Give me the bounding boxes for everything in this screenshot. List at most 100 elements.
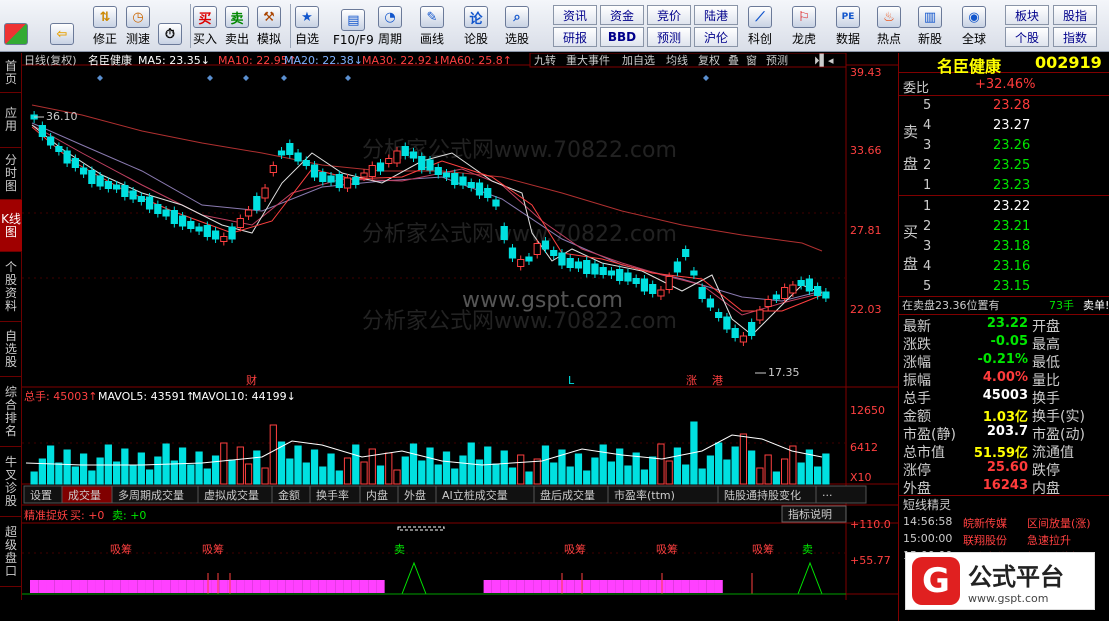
- sidebar-tab-home[interactable]: 首页: [0, 53, 22, 93]
- sidebar-tab-superpanel[interactable]: 超级盘口: [0, 517, 22, 587]
- signal-accumulate: 吸筹: [110, 542, 132, 556]
- sector-button[interactable]: 板块: [1005, 5, 1049, 25]
- order-level[interactable]: 1 23.23: [899, 178, 1109, 195]
- tab-nine-turn[interactable]: 九转: [534, 53, 556, 67]
- tab-major-events[interactable]: 重大事件: [566, 53, 610, 67]
- candle-body: [789, 284, 797, 294]
- stat-value: -0.21%: [977, 352, 1029, 367]
- tab-overlay[interactable]: 叠: [728, 54, 739, 67]
- level-price: 23.18: [993, 239, 1031, 254]
- order-level[interactable]: 1 23.22: [899, 199, 1109, 216]
- candle-body: [310, 164, 319, 178]
- order-level[interactable]: 5 23.28: [899, 98, 1109, 115]
- volume-bar: [253, 450, 261, 485]
- sidebar-tab-ranking[interactable]: 综合排名: [0, 377, 22, 447]
- watchlist-button[interactable]: ★ 自选: [295, 2, 319, 50]
- order-level[interactable]: 2 23.21: [899, 219, 1109, 236]
- hotspot-button[interactable]: ♨ 热点: [877, 2, 901, 50]
- volume-bar: [673, 447, 682, 485]
- research-button[interactable]: 研报: [553, 27, 597, 47]
- indicator-bar: [178, 580, 187, 593]
- candle-body: [104, 181, 112, 189]
- stock-button[interactable]: 个股: [1005, 27, 1049, 47]
- volume-bar: [71, 466, 79, 485]
- order-level[interactable]: 3 23.26: [899, 138, 1109, 155]
- stock-index-button[interactable]: 股指: [1053, 5, 1097, 25]
- order-level[interactable]: 2 23.25: [899, 158, 1109, 175]
- tab-forecast[interactable]: 预测: [766, 54, 788, 67]
- candle-body: [731, 328, 739, 338]
- dragon-tiger-button[interactable]: ⚐ 龙虎: [792, 2, 816, 50]
- sidebar-tab-watchlist[interactable]: 自选股: [0, 322, 22, 377]
- candle-body: [46, 136, 55, 146]
- sh-london-button[interactable]: 沪伦: [694, 27, 738, 47]
- timer-button[interactable]: ⏱: [158, 2, 182, 50]
- volume-bar: [492, 463, 500, 485]
- sidebar-tab-diagnosis[interactable]: 牛叉诊股: [0, 447, 22, 517]
- news-button[interactable]: 资讯: [553, 5, 597, 25]
- order-level[interactable]: 4 23.27: [899, 118, 1109, 135]
- tab-adjust[interactable]: 复权: [698, 53, 720, 67]
- kline-chart[interactable]: 日线(复权) 名臣健康 MA5: 23.35↓ MA10: 22.95↑ MA2…: [22, 52, 898, 611]
- level-price: 23.23: [993, 178, 1031, 193]
- forum-button[interactable]: 论论股: [464, 2, 488, 50]
- f10-button[interactable]: ▤ F10/F9: [333, 2, 374, 50]
- funds-button[interactable]: 资金: [600, 5, 644, 25]
- hk-connect-button[interactable]: 陆港: [694, 5, 738, 25]
- volume-bar: [599, 444, 607, 485]
- candle-body: [236, 218, 244, 228]
- candle-body: [71, 158, 79, 168]
- candle-body: [393, 150, 401, 164]
- star-market-button[interactable]: ⟋ 科创: [748, 2, 772, 50]
- draw-button[interactable]: ✎ 画线: [420, 2, 444, 50]
- chart-area[interactable]: 日线(复权) 名臣健康 MA5: 23.35↓ MA10: 22.95↑ MA2…: [22, 52, 898, 611]
- stat-value: -0.05: [990, 334, 1028, 349]
- auction-button[interactable]: 竞价: [647, 5, 691, 25]
- elf-item[interactable]: 14:56:58 皖新传媒 区间放量(涨): [899, 515, 1109, 532]
- ipo-button[interactable]: ▥ 新股: [918, 2, 942, 50]
- index-button[interactable]: 指数: [1053, 27, 1097, 47]
- volume-bar: [698, 468, 706, 485]
- buy-button[interactable]: 买买入: [193, 2, 217, 50]
- indicator-tab-label: 换手率: [316, 488, 349, 502]
- pencil-icon: ✎: [420, 6, 444, 28]
- separator: [290, 4, 291, 48]
- tab-add-watch[interactable]: 加自选: [622, 54, 655, 67]
- data-button[interactable]: PE 数据: [836, 2, 860, 50]
- stat-row: 涨幅 -0.21% 最低: [899, 352, 1109, 371]
- forecast-button[interactable]: 预测: [647, 27, 691, 47]
- marker-limit[interactable]: 涨: [686, 374, 697, 387]
- simulate-button[interactable]: ⚒ 模拟: [257, 2, 281, 50]
- price-tick-1: 33.66: [850, 144, 882, 157]
- volume-bar: [418, 460, 426, 485]
- screener-button[interactable]: ⌕ 选股: [505, 2, 529, 50]
- marker-l[interactable]: L: [568, 374, 575, 387]
- tab-window[interactable]: 窗: [746, 53, 757, 67]
- stat-value: 1.03亿: [982, 410, 1028, 425]
- sidebar-tab-intraday[interactable]: 分时图: [0, 148, 22, 200]
- fix-button[interactable]: ⇅ 修正: [93, 2, 117, 50]
- period-button[interactable]: ◔ 周期: [378, 2, 402, 50]
- order-level[interactable]: 4 23.16: [899, 259, 1109, 276]
- bbd-button[interactable]: BBD: [600, 27, 644, 47]
- logo-button[interactable]: [4, 2, 28, 50]
- candle-body: [187, 221, 195, 229]
- indicator-tab-label: ···: [822, 489, 833, 502]
- speedtest-button[interactable]: ◷ 测速: [126, 2, 150, 50]
- indicator-bar: [566, 580, 575, 593]
- sidebar-tab-apps[interactable]: 应用: [0, 93, 22, 148]
- order-level[interactable]: 5 23.15: [899, 279, 1109, 296]
- order-level[interactable]: 3 23.18: [899, 239, 1109, 256]
- stat-value: 51.59亿: [973, 446, 1028, 461]
- indicator-bar: [293, 580, 303, 593]
- marker-hk[interactable]: 港: [712, 374, 723, 387]
- panel-toggle-icon[interactable]: ⏵▌◂: [814, 53, 834, 67]
- marker-financial[interactable]: 财: [246, 373, 257, 387]
- sell-button[interactable]: 卖卖出: [225, 2, 249, 50]
- sidebar-tab-profile[interactable]: 个股资料: [0, 252, 22, 322]
- elf-item[interactable]: 15:00:00 联翔股份 急速拉升: [899, 532, 1109, 549]
- tab-ma[interactable]: 均线: [666, 53, 688, 67]
- back-button[interactable]: ⇦: [50, 2, 74, 50]
- sidebar-tab-kline[interactable]: K线图: [0, 200, 22, 252]
- global-button[interactable]: ◉ 全球: [962, 2, 986, 50]
